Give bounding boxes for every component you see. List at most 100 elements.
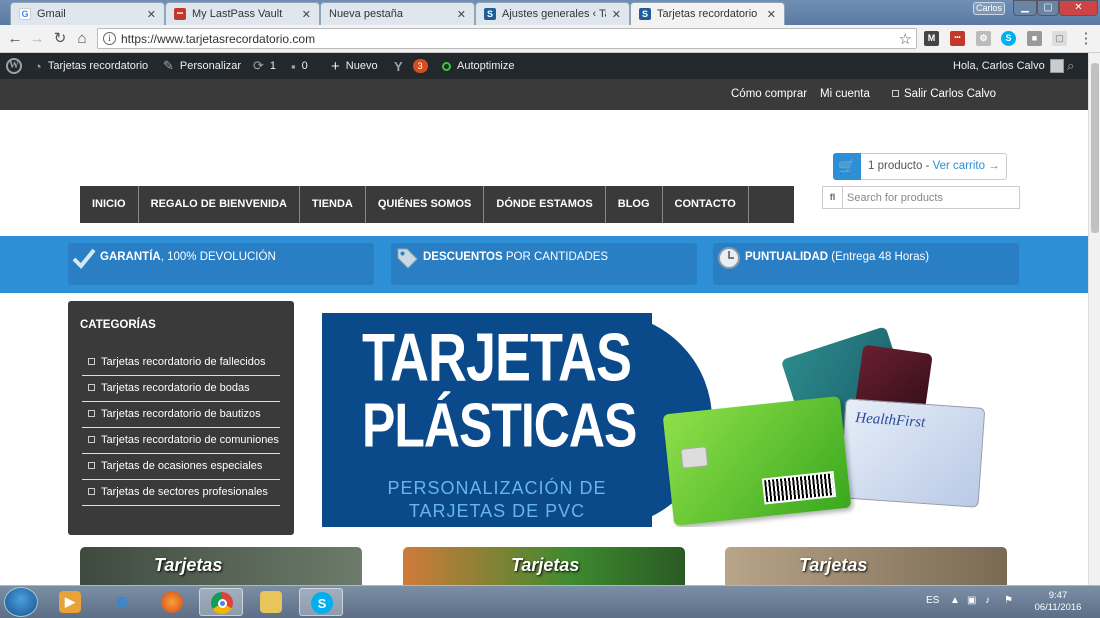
extension-gear-icon[interactable]: ⚙ xyxy=(976,31,991,46)
autoptimize-link[interactable]: Autoptimize xyxy=(442,53,514,79)
info-icon[interactable]: i xyxy=(103,32,116,45)
browser-tab-new[interactable]: Nueva pestaña ✕ xyxy=(320,2,475,25)
view-cart-link[interactable]: Ver carrito → xyxy=(933,160,1000,172)
back-icon[interactable]: ← xyxy=(6,30,24,48)
browser-tab-gmail[interactable]: G Gmail ✕ xyxy=(10,2,165,25)
tray-app-icon[interactable]: ▣ xyxy=(967,595,976,606)
tag-icon xyxy=(395,246,419,270)
mini-cart[interactable]: 🛒 1 producto - Ver carrito → xyxy=(833,153,1007,180)
close-icon[interactable]: ✕ xyxy=(612,8,621,21)
nav-item-regalo[interactable]: REGALO DE BIENVENIDA xyxy=(139,186,300,223)
scrollbar-thumb[interactable] xyxy=(1091,63,1099,233)
tray-arrow-icon[interactable]: ▲ xyxy=(950,595,960,606)
wordpress-logo-icon[interactable]: W xyxy=(6,53,22,79)
category-card-bodas[interactable]: Tarjetas xyxy=(403,547,685,585)
taskbar-ie[interactable]: e xyxy=(100,588,144,616)
benefit-rest: POR CANTIDADES xyxy=(502,251,609,263)
category-item[interactable]: Tarjetas de sectores profesionales xyxy=(82,480,280,506)
banner-subtitle-line1: PERSONALIZACIÓN DE xyxy=(387,478,607,498)
benefit-text: GARANTÍA, 100% DEVOLUCIÓN xyxy=(100,251,276,263)
extension-m-icon[interactable]: M xyxy=(924,31,939,46)
category-item[interactable]: Tarjetas recordatorio de bodas xyxy=(82,376,280,402)
benefit-text: PUNTUALIDAD (Entrega 48 Horas) xyxy=(745,251,929,263)
close-icon[interactable]: ✕ xyxy=(457,8,466,21)
taskbar-firefox[interactable] xyxy=(150,588,194,616)
benefit-bold: PUNTUALIDAD xyxy=(745,251,829,263)
nav-item-quienes-somos[interactable]: QUIÉNES SOMOS xyxy=(366,186,485,223)
card-image-green xyxy=(662,396,852,526)
customize-link[interactable]: ✎ Personalizar xyxy=(163,53,241,79)
skype-extension-icon[interactable]: S xyxy=(1001,31,1016,46)
categories-sidebar: CATEGORÍAS Tarjetas recordatorio de fall… xyxy=(68,301,294,535)
account-menu[interactable]: Hola, Carlos Calvo xyxy=(953,53,1064,79)
start-button[interactable] xyxy=(4,587,38,617)
updates-link[interactable]: ⟳ 1 xyxy=(253,53,276,79)
extension-icon[interactable]: ■ xyxy=(1027,31,1042,46)
taskbar-media-player[interactable]: ▶ xyxy=(48,588,92,616)
bullet-icon xyxy=(88,462,95,469)
menu-icon[interactable]: ⋮ xyxy=(1077,30,1095,48)
bullet-icon xyxy=(88,384,95,391)
category-item[interactable]: Tarjetas de ocasiones especiales xyxy=(82,454,280,480)
close-icon[interactable]: ✕ xyxy=(767,8,776,21)
volume-icon[interactable]: ♪ xyxy=(985,595,990,606)
category-item[interactable]: Tarjetas recordatorio de bautizos xyxy=(82,402,280,428)
category-card-fallecidos[interactable]: Tarjetas xyxy=(80,547,362,585)
reload-icon[interactable]: ↻ xyxy=(51,30,69,48)
account-bar: Cómo comprar Mi cuenta Salir Carlos Calv… xyxy=(0,79,1088,110)
benefits-strip: GARANTÍA, 100% DEVOLUCIÓN DESCUENTOS POR… xyxy=(0,236,1088,293)
new-content-link[interactable]: + Nuevo xyxy=(331,53,378,79)
site-icon: S xyxy=(484,8,496,20)
browser-tab-lastpass[interactable]: ••• My LastPass Vault ✕ xyxy=(165,2,320,25)
maximize-button[interactable]: ▢ xyxy=(1037,0,1059,16)
page-scrollbar[interactable] xyxy=(1088,53,1100,585)
nav-item-contacto[interactable]: CONTACTO xyxy=(663,186,749,223)
nav-item-donde-estamos[interactable]: DÓNDE ESTAMOS xyxy=(484,186,606,223)
extension-icon[interactable]: ▢ xyxy=(1052,31,1067,46)
nav-item-blog[interactable]: BLOG xyxy=(606,186,663,223)
site-icon: S xyxy=(639,8,651,20)
nav-item-inicio[interactable]: INICIO xyxy=(80,186,139,223)
nav-item-tienda[interactable]: TIENDA xyxy=(300,186,366,223)
admin-site-link[interactable]: ◔ Tarjetas recordatorio xyxy=(34,53,148,79)
category-item[interactable]: Tarjetas recordatorio de comuniones xyxy=(82,428,280,454)
how-to-buy-link[interactable]: Cómo comprar xyxy=(731,88,807,100)
my-account-link[interactable]: Mi cuenta xyxy=(820,88,870,100)
browser-tab-active[interactable]: S Tarjetas recordatorio - Pl ✕ xyxy=(630,2,785,25)
category-card-bautizos[interactable]: Tarjetas xyxy=(725,547,1007,585)
taskbar-chrome[interactable] xyxy=(199,588,243,616)
language-indicator[interactable]: ES xyxy=(926,595,939,606)
bookmark-star-icon[interactable]: ☆ xyxy=(899,30,912,48)
comments-link[interactable]: ▪ 0 xyxy=(291,53,308,79)
home-icon[interactable]: ⌂ xyxy=(73,30,91,48)
close-icon[interactable]: ✕ xyxy=(302,8,311,21)
media-player-icon: ▶ xyxy=(59,591,81,613)
tab-label: Ajustes generales ‹ Tarje xyxy=(502,8,606,20)
tab-label: My LastPass Vault xyxy=(192,8,283,20)
hero-banner[interactable]: TARJETAS PLÁSTICAS PERSONALIZACIÓN DE TA… xyxy=(322,313,1007,527)
minimize-button[interactable]: ▁ xyxy=(1013,0,1037,16)
taskbar-explorer[interactable] xyxy=(249,588,293,616)
flag-icon[interactable]: ⚑ xyxy=(1004,595,1013,606)
refresh-icon: ⟳ xyxy=(253,58,264,73)
chrome-icon xyxy=(211,592,233,614)
close-icon[interactable]: ✕ xyxy=(147,8,156,21)
status-dot-icon xyxy=(442,61,451,71)
clock[interactable]: 9:47 06/11/2016 xyxy=(1033,590,1083,614)
search-icon[interactable]: fl xyxy=(823,187,843,208)
forward-icon[interactable]: → xyxy=(28,30,46,48)
lastpass-extension-icon[interactable]: ••• xyxy=(950,31,965,46)
browser-tab-settings[interactable]: S Ajustes generales ‹ Tarje ✕ xyxy=(475,2,630,25)
logout-link[interactable]: Salir Carlos Calvo xyxy=(892,88,996,100)
category-item[interactable]: Tarjetas recordatorio de fallecidos xyxy=(82,350,280,376)
yoast-link[interactable]: Y 3 xyxy=(394,53,428,79)
search-icon[interactable]: ⌕ xyxy=(1067,53,1074,79)
window-user-badge[interactable]: Carlos xyxy=(973,2,1005,15)
browser-tabstrip: G Gmail ✕ ••• My LastPass Vault ✕ Nueva … xyxy=(0,0,1100,25)
close-window-button[interactable]: ✕ xyxy=(1059,0,1098,16)
search-input[interactable] xyxy=(847,189,1017,206)
page-content: 🛒 1 producto - Ver carrito → INICIO REGA… xyxy=(0,110,1088,585)
windows-taskbar: ▶ e S ES ▲ ▣ ♪ ⚑ 9:47 06/11/2016 xyxy=(0,585,1100,618)
address-bar[interactable]: i https://www.tarjetasrecordatorio.com ☆ xyxy=(97,28,917,49)
taskbar-skype[interactable]: S xyxy=(299,588,343,616)
